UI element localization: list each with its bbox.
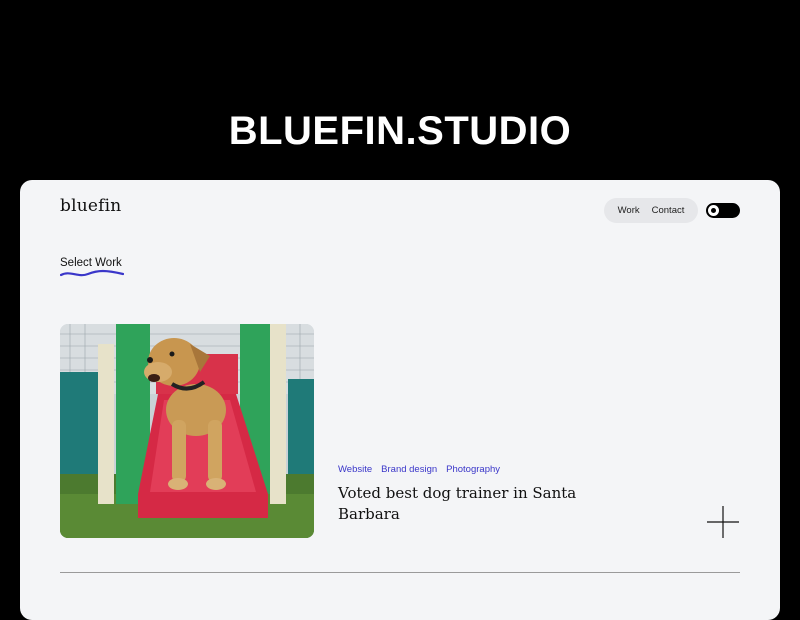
nav-pill: Work Contact [604,198,698,223]
nav-link-contact[interactable]: Contact [652,205,685,216]
project-thumbnail[interactable] [60,324,314,538]
site-preview-window: bluefin Work Contact Select Work Website… [20,180,780,620]
hero-title: BLUEFIN.STUDIO [228,109,572,153]
tag-photography[interactable]: Photography [446,464,500,475]
tag-brand-design[interactable]: Brand design [381,464,437,475]
toggle-knob-icon [708,205,719,216]
project-title[interactable]: Voted best dog trainer in Santa Barbara [338,483,618,525]
site-logo[interactable]: bluefin [60,196,121,216]
plus-icon[interactable] [705,504,741,540]
section-divider [60,572,740,573]
theme-toggle[interactable] [706,203,740,218]
squiggle-underline-icon [60,269,124,277]
section-label-select-work: Select Work [60,257,122,269]
tag-website[interactable]: Website [338,464,372,475]
dog-on-slide-photo-icon [60,324,314,538]
project-tags: Website Brand design Photography [338,464,500,475]
nav-link-work[interactable]: Work [618,205,640,216]
